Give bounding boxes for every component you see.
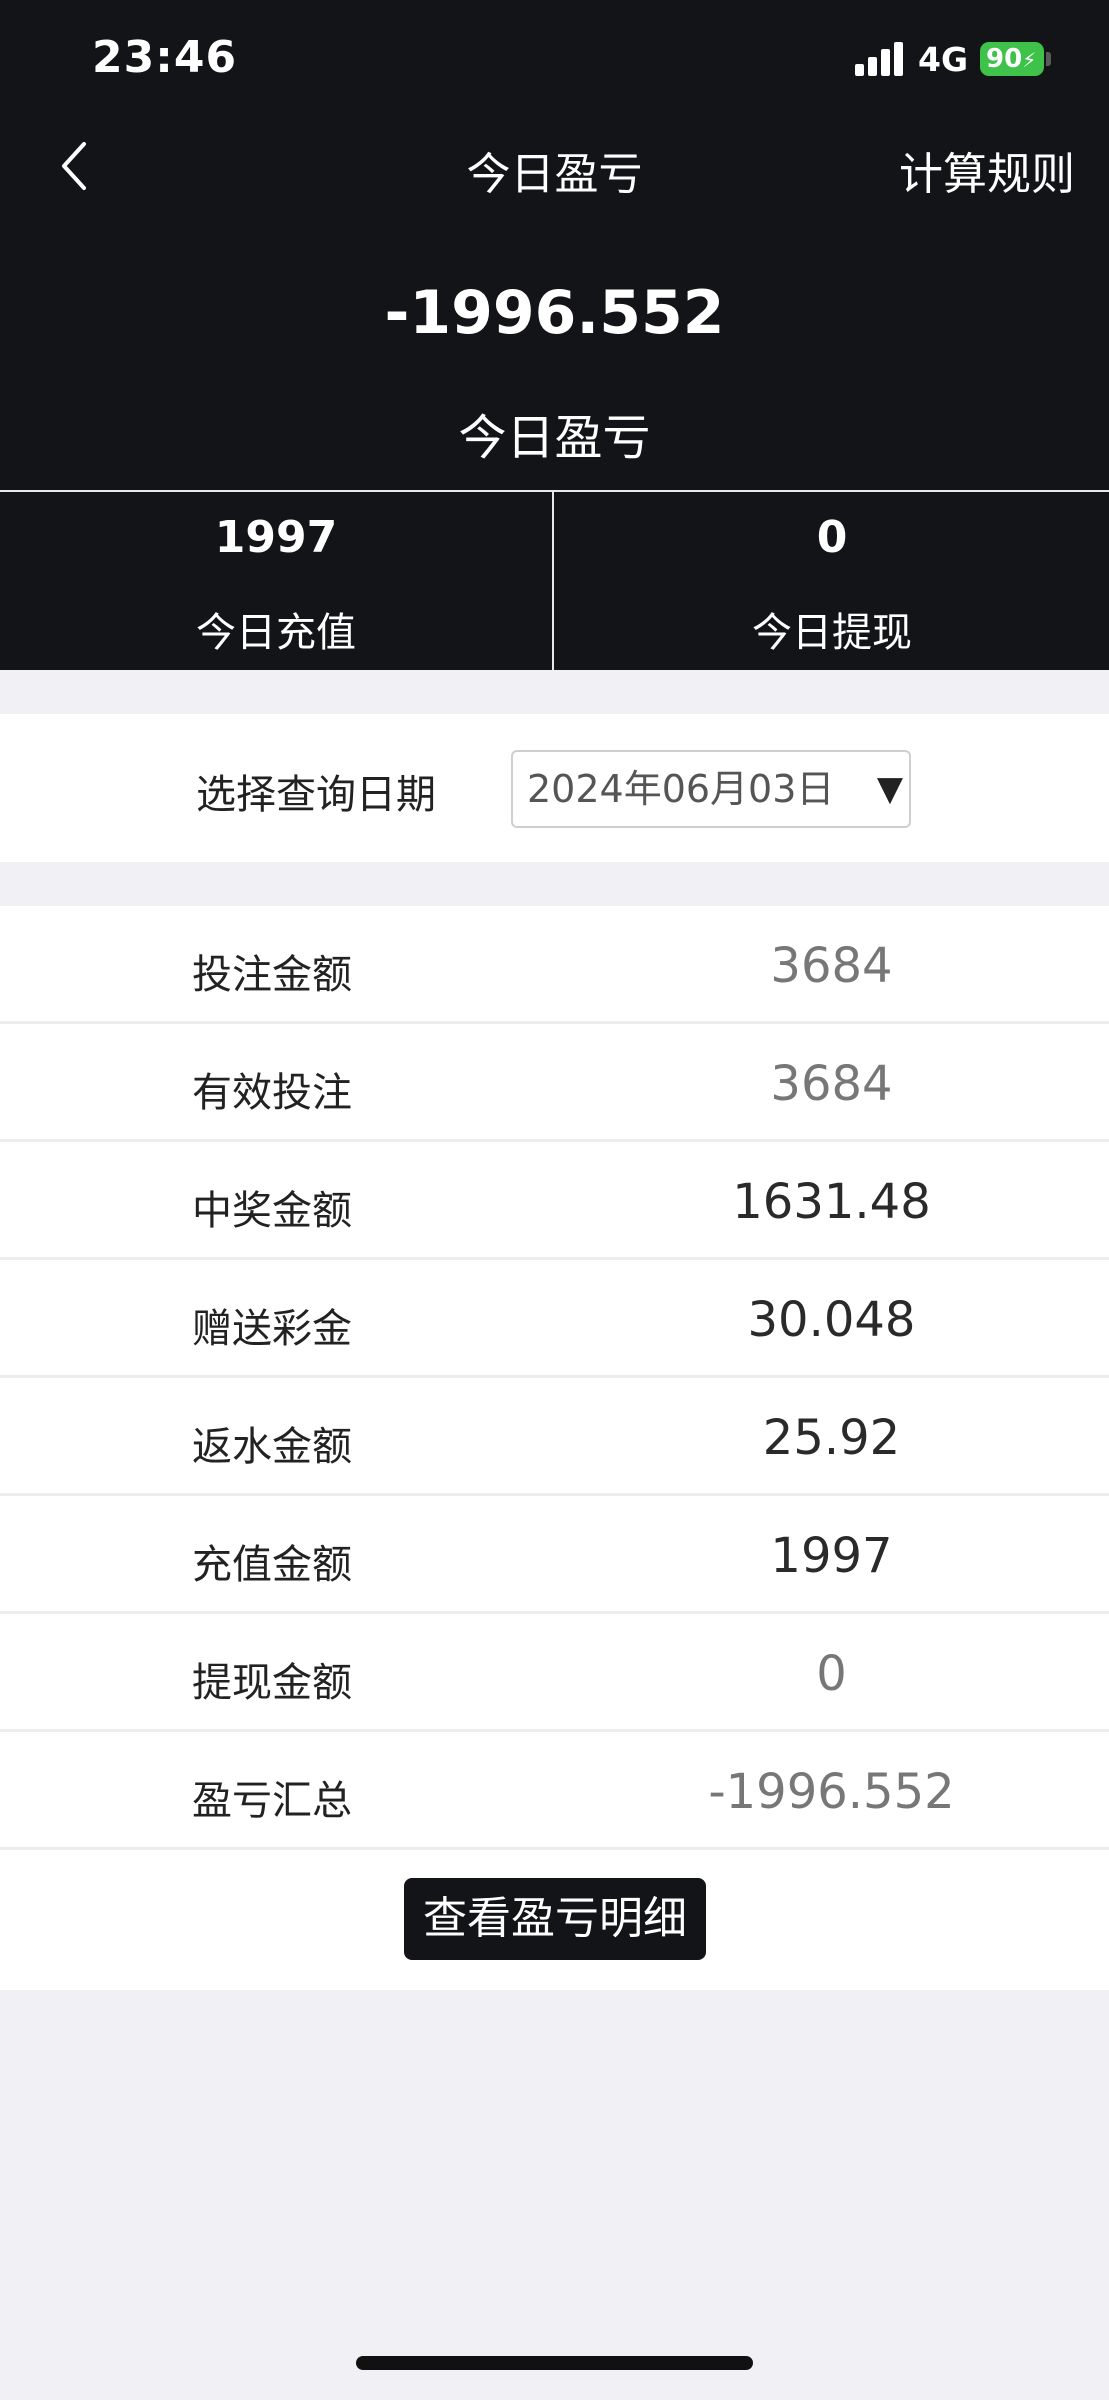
- date-select[interactable]: 2024年06月03日 ▼: [511, 750, 911, 828]
- stat-value: 0: [816, 1646, 847, 1702]
- stat-row-bonus: 赠送彩金 30.048: [0, 1260, 1109, 1378]
- stat-value: 1631.48: [732, 1174, 931, 1230]
- recharge-withdraw-summary: 1997 今日充值 0 今日提现: [0, 490, 1109, 670]
- calc-rules-link[interactable]: 计算规则: [899, 138, 1075, 202]
- stat-value: 30.048: [747, 1292, 916, 1348]
- stat-row-recharge: 充值金额 1997: [0, 1496, 1109, 1614]
- stat-label: 赠送彩金: [192, 1306, 352, 1352]
- stat-label: 提现金额: [192, 1660, 352, 1706]
- stat-value: -1996.552: [708, 1764, 955, 1820]
- today-withdraw-label: 今日提现: [752, 610, 912, 656]
- date-select-value: 2024年06月03日: [527, 767, 835, 811]
- date-query-card: 选择查询日期 2024年06月03日 ▼: [0, 714, 1109, 862]
- triangle-down-icon: ▼: [876, 769, 903, 809]
- stat-label: 投注金额: [192, 952, 352, 998]
- stat-row-bet-amount: 投注金额 3684: [0, 906, 1109, 1024]
- stat-value: 3684: [770, 1056, 893, 1112]
- stat-label: 盈亏汇总: [192, 1778, 352, 1824]
- stat-label: 有效投注: [192, 1070, 352, 1116]
- stat-value: 3684: [770, 938, 893, 994]
- stat-row-profit-total: 盈亏汇总 -1996.552: [0, 1732, 1109, 1850]
- stats-list: 投注金额 3684 有效投注 3684 中奖金额 1631.48 赠送彩金 30…: [0, 906, 1109, 1990]
- status-bar: 23:46 4G 90⚡: [0, 0, 1109, 120]
- status-time: 23:46: [92, 32, 238, 83]
- stat-value: 25.92: [762, 1410, 901, 1466]
- nav-bar: 今日盈亏 计算规则: [0, 120, 1109, 220]
- home-indicator[interactable]: [356, 2356, 753, 2370]
- today-withdraw-value: 0: [816, 512, 848, 563]
- today-withdraw-cell: 0 今日提现: [555, 492, 1109, 670]
- detail-button-area: 查看盈亏明细: [0, 1850, 1109, 1990]
- battery-level: 90: [986, 44, 1023, 74]
- stat-label: 中奖金额: [192, 1188, 352, 1234]
- today-recharge-cell: 1997 今日充值: [0, 492, 554, 670]
- stat-label: 返水金额: [192, 1424, 352, 1470]
- battery-cap: [1046, 52, 1051, 66]
- stat-label: 充值金额: [192, 1542, 352, 1588]
- network-type: 4G: [918, 40, 969, 79]
- today-recharge-label: 今日充值: [196, 610, 356, 656]
- stat-row-valid-bet: 有效投注 3684: [0, 1024, 1109, 1142]
- today-profit-amount: -1996.552: [384, 278, 725, 348]
- page: 23:46 4G 90⚡ 今日盈亏 计算规则 -1996.552 今日盈亏 19…: [0, 0, 1109, 2400]
- today-profit-label: 今日盈亏: [458, 410, 651, 466]
- today-recharge-value: 1997: [214, 512, 338, 563]
- date-query-label: 选择查询日期: [196, 772, 436, 818]
- stat-row-withdraw: 提现金额 0: [0, 1614, 1109, 1732]
- header-panel: 23:46 4G 90⚡ 今日盈亏 计算规则 -1996.552 今日盈亏 19…: [0, 0, 1109, 670]
- cellular-signal-icon: [855, 40, 905, 76]
- battery-icon: 90⚡: [980, 42, 1044, 76]
- stat-value: 1997: [770, 1528, 893, 1584]
- view-profit-detail-button[interactable]: 查看盈亏明细: [404, 1878, 706, 1960]
- stat-row-rebate: 返水金额 25.92: [0, 1378, 1109, 1496]
- stat-row-winning-amount: 中奖金额 1631.48: [0, 1142, 1109, 1260]
